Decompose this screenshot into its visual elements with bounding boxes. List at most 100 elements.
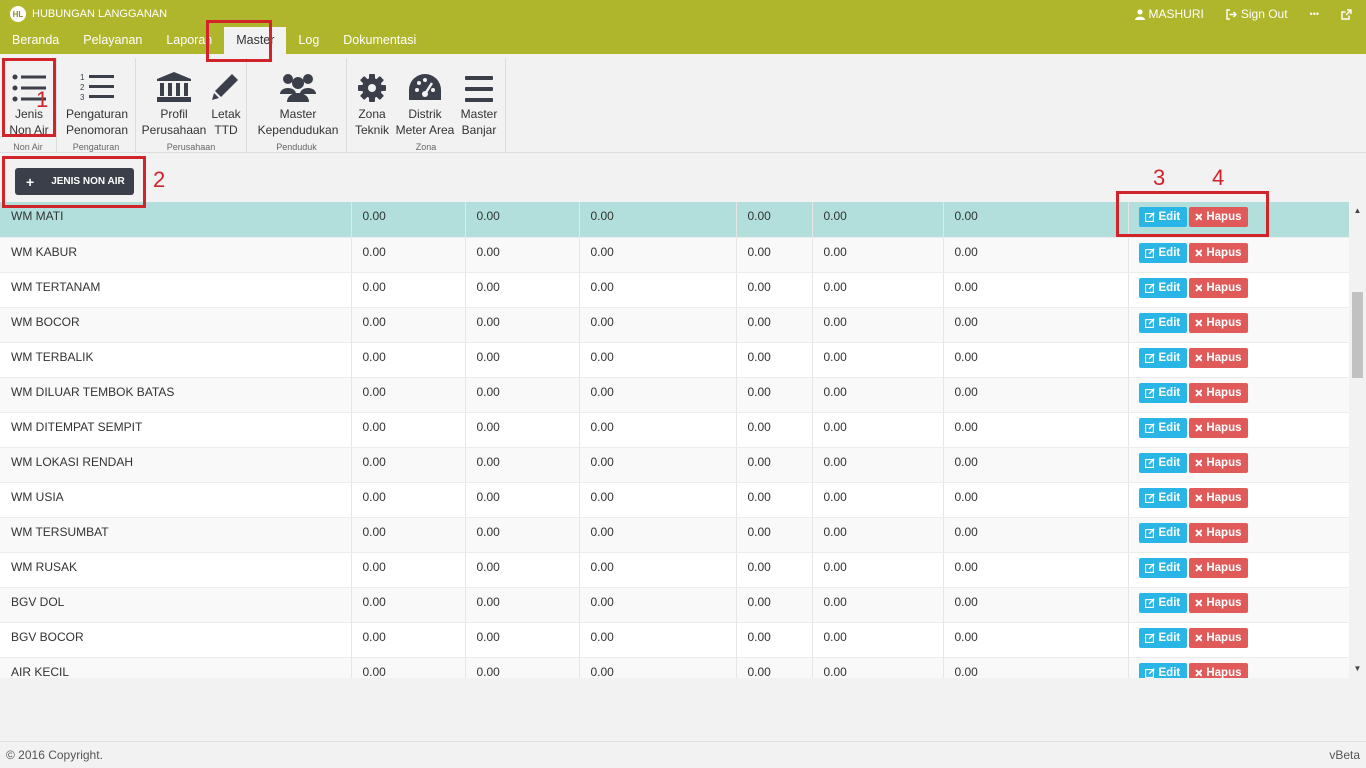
table-row[interactable]: WM BOCOR 0.00 0.00 0.00 0.00 0.00 0.00 Edit Hapu… [0,307,1349,343]
row-name-cell: WM DILUAR TEMBOK BATAS [0,377,352,413]
edit-button[interactable]: Edit [1138,557,1187,578]
close-icon [1194,353,1203,362]
annotation-box-master-tab [206,20,272,62]
row-value-cell: 0.00 [465,377,580,413]
delete-button[interactable]: Hapus [1188,417,1248,438]
ribbon-group-pengaturan: 123 Pengaturan Penomoran Pengaturan [57,58,136,153]
row-name-cell: WM DITEMPAT SEMPIT [0,412,352,448]
delete-button[interactable]: Hapus [1188,277,1248,298]
delete-button[interactable]: Hapus [1188,592,1248,613]
row-value-cell: 0.00 [736,342,813,378]
edit-button[interactable]: Edit [1138,382,1187,403]
table-row[interactable]: WM TERTANAM 0.00 0.00 0.00 0.00 0.00 0.00 Edit H… [0,272,1349,308]
vertical-scrollbar[interactable]: ▲ ▼ [1349,202,1366,678]
tab-log[interactable]: Log [286,27,331,54]
delete-label: Hapus [1206,386,1242,399]
row-value-cell: 0.00 [736,412,813,448]
delete-label: Hapus [1206,631,1242,644]
delete-button[interactable]: Hapus [1188,312,1248,333]
row-value-cell: 0.00 [579,342,737,378]
master-kependudukan-button[interactable]: Master Kependudukan [253,58,343,138]
annotation-box-3-4 [1116,191,1269,237]
external-link-button[interactable] [1341,8,1356,20]
edit-label: Edit [1158,281,1181,294]
table-row[interactable]: WM RUSAK 0.00 0.00 0.00 0.00 0.00 0.00 Edit Hapu… [0,552,1349,588]
delete-button[interactable]: Hapus [1188,627,1248,648]
edit-button[interactable]: Edit [1138,347,1187,368]
edit-button[interactable]: Edit [1138,662,1187,678]
pencil-icon [212,64,240,102]
scroll-down-icon[interactable]: ▼ [1349,662,1366,676]
edit-icon [1144,317,1155,328]
edit-button[interactable]: Edit [1138,452,1187,473]
tab-beranda[interactable]: Beranda [0,27,71,54]
profil-perusahaan-button[interactable]: Profil Perusahaan [142,58,206,138]
row-value-cell: 0.00 [579,587,737,623]
pengaturan-penomoran-button[interactable]: 123 Pengaturan Penomoran [63,58,131,138]
row-value-cell: 0.00 [736,587,813,623]
edit-icon [1144,597,1155,608]
table-row[interactable]: WM KABUR 0.00 0.00 0.00 0.00 0.00 0.00 Edit Hapu… [0,237,1349,273]
edit-button[interactable]: Edit [1138,242,1187,263]
distrik-meter-area-button[interactable]: Distrik Meter Area [394,58,456,138]
zona-teknik-button[interactable]: Zona Teknik [352,58,392,138]
edit-button[interactable]: Edit [1138,277,1187,298]
table-row[interactable]: AIR KECIL 0.00 0.00 0.00 0.00 0.00 0.00 Edit Hap… [0,657,1349,678]
delete-button[interactable]: Hapus [1188,452,1248,473]
letak-ttd-button[interactable]: Letak TTD [209,58,243,138]
row-value-cell: 0.00 [943,202,1129,238]
edit-button[interactable]: Edit [1138,592,1187,613]
table-row[interactable]: BGV DOL 0.00 0.00 0.00 0.00 0.00 0.00 Edit Hapus [0,587,1349,623]
delete-button[interactable]: Hapus [1188,662,1248,678]
master-banjar-label: Master Banjar [460,107,498,137]
delete-button[interactable]: Hapus [1188,487,1248,508]
edit-label: Edit [1158,421,1181,434]
row-value-cell: 0.00 [351,342,466,378]
edit-button[interactable]: Edit [1138,522,1187,543]
row-value-cell: 0.00 [736,517,813,553]
edit-button[interactable]: Edit [1138,312,1187,333]
edit-button[interactable]: Edit [1138,417,1187,438]
table-row[interactable]: WM LOKASI RENDAH 0.00 0.00 0.00 0.00 0.00 0.00… [0,447,1349,483]
edit-icon [1144,282,1155,293]
tab-pelayanan[interactable]: Pelayanan [71,27,154,54]
row-value-cell: 0.00 [736,272,813,308]
table-row[interactable]: WM TERSUMBAT 0.00 0.00 0.00 0.00 0.00 0.00 Edit… [0,517,1349,553]
delete-button[interactable]: Hapus [1188,382,1248,403]
scroll-thumb[interactable] [1352,292,1363,378]
app-title-text: HUBUNGAN LANGGANAN [32,8,168,20]
delete-label: Hapus [1206,456,1242,469]
row-actions-cell: Edit Hapus [1128,412,1349,448]
row-value-cell: 0.00 [812,587,944,623]
master-banjar-button[interactable]: Master Banjar [458,58,500,138]
table-row[interactable]: BGV BOCOR 0.00 0.00 0.00 0.00 0.00 0.00 Edit Hap… [0,622,1349,658]
table-row[interactable]: WM TERBALIK 0.00 0.00 0.00 0.00 0.00 0.00 Edit H… [0,342,1349,378]
table-row[interactable]: WM USIA 0.00 0.00 0.00 0.00 0.00 0.00 Edit Hapus [0,482,1349,518]
scroll-up-icon[interactable]: ▲ [1349,204,1366,218]
table-row[interactable]: WM DITEMPAT SEMPIT 0.00 0.00 0.00 0.00 0.00 0.… [0,412,1349,448]
more-menu-button[interactable]: ••• [1310,9,1319,19]
edit-icon [1144,422,1155,433]
close-icon [1194,283,1203,292]
table-row[interactable]: WM DILUAR TEMBOK BATAS 0.00 0.00 0.00 0.00 0.… [0,377,1349,413]
distrik-meter-area-label: Distrik Meter Area [395,107,455,137]
edit-button[interactable]: Edit [1138,627,1187,648]
delete-label: Hapus [1206,596,1242,609]
delete-button[interactable]: Hapus [1188,522,1248,543]
edit-label: Edit [1158,561,1181,574]
edit-button[interactable]: Edit [1138,487,1187,508]
sign-out-link[interactable]: Sign Out [1226,7,1288,21]
users-icon [280,64,316,102]
edit-icon [1144,562,1155,573]
row-value-cell: 0.00 [465,202,580,238]
delete-button[interactable]: Hapus [1188,242,1248,263]
row-actions-cell: Edit Hapus [1128,342,1349,378]
delete-button[interactable]: Hapus [1188,557,1248,578]
row-value-cell: 0.00 [943,272,1129,308]
delete-button[interactable]: Hapus [1188,347,1248,368]
tab-dokumentasi[interactable]: Dokumentasi [331,27,428,54]
row-actions-cell: Edit Hapus [1128,447,1349,483]
row-value-cell: 0.00 [736,447,813,483]
user-profile-link[interactable]: MASHURI [1134,7,1204,21]
delete-label: Hapus [1206,526,1242,539]
